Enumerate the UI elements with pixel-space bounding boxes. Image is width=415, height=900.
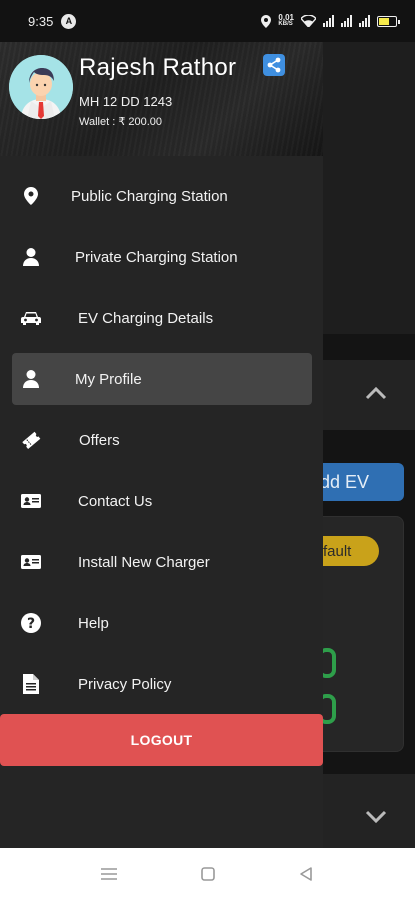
menu-item-label: Offers <box>79 431 120 449</box>
signal-2-icon <box>341 15 352 27</box>
svg-text:?: ? <box>27 616 35 632</box>
menu-item-label: Contact Us <box>78 492 153 510</box>
navigation-drawer: Rajesh Rathor MH 12 DD 1243 Wallet : ₹ 2… <box>0 42 323 848</box>
signal-3-icon <box>359 15 370 27</box>
menu-item-label: Public Charging Station <box>71 187 228 205</box>
menu-item-privacy-policy[interactable]: Privacy Policy <box>12 658 312 710</box>
menu-item-label: Private Charging Station <box>75 248 238 266</box>
menu-nav-icon[interactable] <box>99 864 119 884</box>
app-notification-icon: A <box>61 13 77 29</box>
wifi-icon <box>301 15 316 27</box>
menu-item-label: Install New Charger <box>78 553 210 571</box>
share-icon <box>267 57 281 73</box>
drawer-header: Rajesh Rathor MH 12 DD 1243 Wallet : ₹ 2… <box>0 42 323 156</box>
chevron-up-icon[interactable] <box>365 380 387 406</box>
menu-item-my-profile[interactable]: My Profile <box>12 353 312 405</box>
wallet-balance: Wallet : ₹ 200.00 <box>79 116 163 128</box>
home-nav-icon[interactable] <box>198 864 218 884</box>
logout-button[interactable]: LOGOUT <box>0 714 323 766</box>
menu-item-public-charging-station[interactable]: Public Charging Station <box>12 170 312 222</box>
document-icon <box>20 673 42 695</box>
menu-item-ev-charging-details[interactable]: EV Charging Details <box>12 292 312 344</box>
share-button[interactable] <box>263 54 285 76</box>
location-pin-icon <box>20 185 42 207</box>
status-icons: 0.01 KB/S <box>261 13 400 28</box>
location-status-icon <box>261 14 272 28</box>
status-bar: 9:35 A 0.01 KB/S <box>0 0 415 42</box>
back-nav-icon[interactable] <box>296 864 316 884</box>
vehicle-number: MH 12 DD 1243 <box>79 94 173 109</box>
user-icon <box>20 368 42 390</box>
id-card-icon <box>20 551 42 573</box>
menu-item-contact-us[interactable]: Contact Us <box>12 475 312 527</box>
menu-item-install-new-charger[interactable]: Install New Charger <box>12 536 312 588</box>
system-navigation-bar <box>0 848 415 900</box>
user-icon <box>20 246 42 268</box>
net-speed: 0.01 KB/S <box>278 13 294 28</box>
menu-item-label: Privacy Policy <box>78 675 172 693</box>
menu-item-label: EV Charging Details <box>78 309 214 327</box>
ticket-icon <box>20 429 42 451</box>
id-card-icon <box>20 490 42 512</box>
menu-item-label: Help <box>78 614 109 632</box>
status-time: 9:35 <box>28 13 54 29</box>
chevron-down-icon[interactable] <box>365 804 387 830</box>
avatar[interactable] <box>9 55 73 119</box>
car-icon <box>20 307 42 329</box>
menu-item-label: My Profile <box>75 370 142 388</box>
menu-item-offers[interactable]: Offers <box>12 414 312 466</box>
menu-item-help[interactable]: ? Help <box>12 597 312 649</box>
battery-icon <box>377 15 400 27</box>
user-name: Rajesh Rathor <box>79 54 237 81</box>
signal-1-icon <box>323 15 334 27</box>
menu-item-private-charging-station[interactable]: Private Charging Station <box>12 231 312 283</box>
help-circle-icon: ? <box>20 612 42 634</box>
